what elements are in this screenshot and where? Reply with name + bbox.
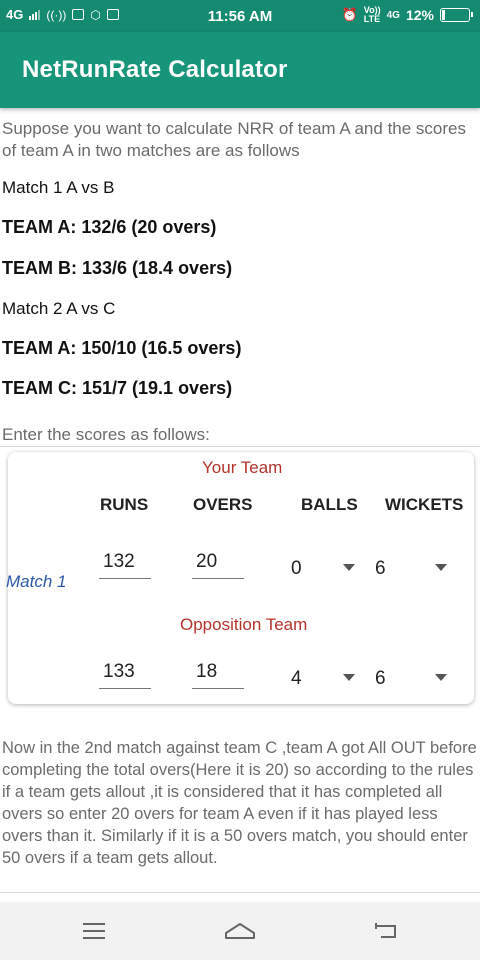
- your-runs-input[interactable]: 132: [99, 551, 151, 579]
- note-text: Now in the 2nd match against team C ,tea…: [2, 739, 477, 867]
- your-balls-value: 0: [291, 558, 302, 579]
- dropdown-arrow-icon: [343, 564, 355, 571]
- opp-wickets-dropdown[interactable]: 6: [375, 664, 451, 692]
- menu-button[interactable]: [72, 912, 116, 950]
- intro-text: Suppose you want to calculate NRR of tea…: [2, 119, 466, 160]
- match2-team-c: TEAM C: 151/7 (19.1 overs): [2, 378, 233, 398]
- match1-title: Match 1 A vs B: [2, 178, 115, 197]
- battery-icon: [440, 8, 473, 22]
- volte-indicator: Vo)) LTE: [364, 6, 381, 24]
- back-icon: [375, 923, 396, 938]
- match2-team-a: TEAM A: 150/10 (16.5 overs): [2, 338, 242, 358]
- match1-team-a: TEAM A: 132/6 (20 overs): [2, 217, 217, 237]
- wickets-header: WICKETS: [385, 495, 464, 514]
- opp-runs-value: 133: [103, 661, 135, 682]
- network-type-2: 4G: [386, 9, 400, 21]
- enter-scores-text: Enter the scores as follows:: [2, 425, 210, 444]
- divider-bottom: [0, 892, 480, 893]
- overs-header: OVERS: [193, 495, 253, 514]
- your-balls-dropdown[interactable]: 0: [291, 554, 367, 582]
- your-overs-value: 20: [196, 551, 218, 572]
- dropdown-arrow-icon: [435, 674, 447, 681]
- match1-team-b: TEAM B: 133/6 (18.4 overs): [2, 258, 233, 278]
- opp-balls-value: 4: [291, 668, 302, 689]
- dropdown-arrow-icon: [435, 564, 447, 571]
- app-title: NetRunRate Calculator: [22, 56, 288, 83]
- home-icon: [225, 923, 255, 939]
- dropdown-arrow-icon: [343, 674, 355, 681]
- battery-fill: [442, 10, 445, 20]
- menu-icon: [83, 923, 105, 939]
- divider-top: [0, 446, 480, 447]
- back-button[interactable]: [364, 912, 408, 950]
- battery-percent: 12%: [405, 7, 434, 23]
- opp-balls-dropdown[interactable]: 4: [291, 664, 367, 692]
- match-label: Match 1: [6, 572, 67, 591]
- your-overs-input[interactable]: 20: [192, 551, 244, 579]
- your-team-label: Your Team: [202, 458, 283, 477]
- your-wickets-value: 6: [375, 558, 386, 579]
- opp-overs-value: 18: [196, 661, 218, 682]
- opp-runs-input[interactable]: 133: [99, 661, 151, 689]
- balls-header: BALLS: [301, 495, 358, 514]
- home-button[interactable]: [218, 912, 262, 950]
- your-wickets-dropdown[interactable]: 6: [375, 554, 451, 582]
- your-runs-value: 132: [103, 551, 135, 572]
- opp-wickets-value: 6: [375, 668, 386, 689]
- opp-overs-input[interactable]: 18: [192, 661, 244, 689]
- app-bar: NetRunRate Calculator: [0, 32, 480, 108]
- runs-header: RUNS: [100, 495, 149, 514]
- volte-bottom: LTE: [363, 14, 381, 24]
- status-bar: 4G ((·)) ⬡ 11:56 AM ⏰ Vo)) LTE 4G 12%: [0, 0, 480, 32]
- opposition-team-label: Opposition Team: [180, 615, 308, 634]
- status-right: ⏰ Vo)) LTE 4G 12%: [341, 6, 473, 24]
- alarm-icon: ⏰: [341, 7, 358, 22]
- match2-title: Match 2 A vs C: [2, 299, 116, 318]
- navigation-bar: [0, 902, 480, 960]
